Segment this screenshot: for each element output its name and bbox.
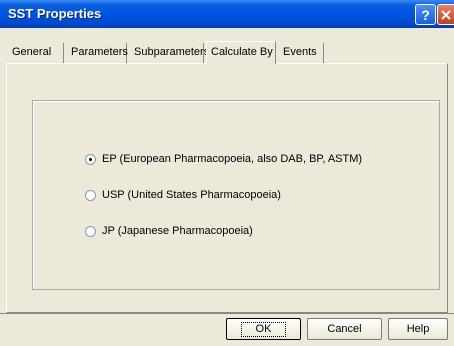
help-button[interactable]: Help [388, 318, 448, 340]
radio-usp-label: USP (United States Pharmacopoeia) [102, 189, 281, 201]
radio-button[interactable] [85, 189, 96, 201]
ok-button[interactable]: OK [226, 318, 301, 340]
radio-ep[interactable]: EP (European Pharmacopoeia, also DAB, BP… [85, 153, 362, 165]
radio-jp-label: JP (Japanese Pharmacopoeia) [102, 225, 253, 237]
radio-ep-label: EP (European Pharmacopoeia, also DAB, BP… [102, 153, 363, 165]
radio-jp[interactable]: JP (Japanese Pharmacopoeia) [85, 225, 253, 237]
tab-parameters[interactable]: Parameters [67, 43, 128, 63]
window-title: SST Properties [8, 6, 102, 21]
help-icon[interactable]: ? [415, 4, 436, 25]
radio-usp[interactable]: USP (United States Pharmacopoeia) [85, 189, 281, 201]
tab-events[interactable]: Events [279, 43, 324, 63]
radio-button-checked[interactable] [85, 153, 96, 165]
tab-general[interactable]: General [8, 43, 64, 63]
tab-subparameters[interactable]: Subparameters [130, 43, 209, 63]
cancel-button[interactable]: Cancel [307, 318, 382, 340]
sst-properties-dialog: SST Properties ? General Parameters Subp… [0, 0, 454, 346]
title-bar[interactable]: SST Properties ? [0, 0, 454, 28]
divider [0, 313, 454, 314]
radio-button[interactable] [85, 225, 96, 237]
tab-calculate-by[interactable]: Calculate By [206, 41, 276, 64]
close-icon[interactable] [437, 4, 454, 25]
